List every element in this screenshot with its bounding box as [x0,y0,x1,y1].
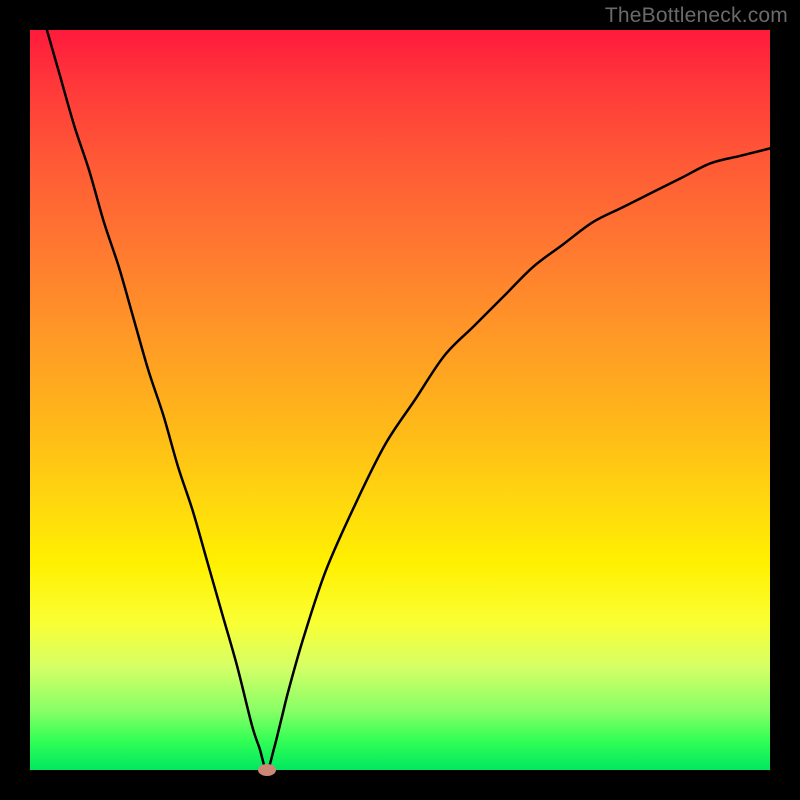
plot-area [30,30,770,770]
watermark-text: TheBottleneck.com [605,4,788,28]
chart-frame: TheBottleneck.com [0,0,800,800]
bottleneck-curve [30,30,770,770]
minimum-marker [258,764,276,776]
